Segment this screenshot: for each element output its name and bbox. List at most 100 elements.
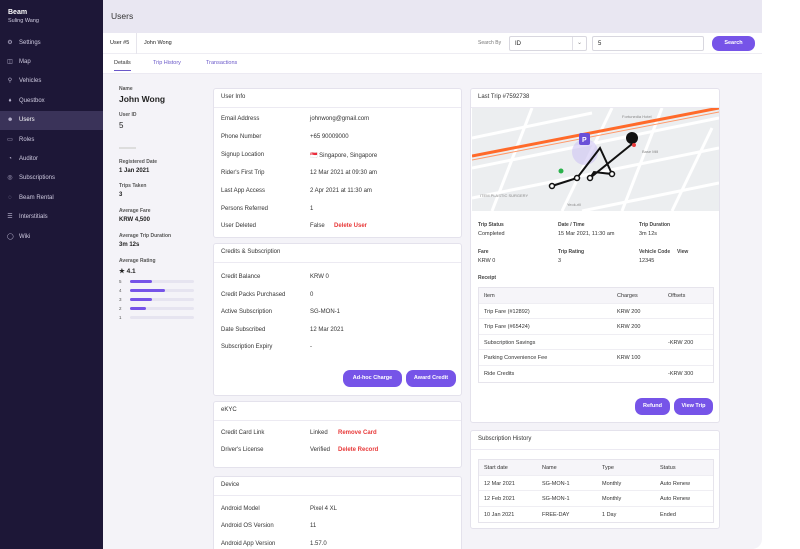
trip-stat-value: 15 Mar 2021, 11:30 am	[558, 231, 615, 237]
field-value: Verified	[310, 447, 331, 453]
trip-stat-label: Trip Duration	[639, 222, 671, 228]
table-row: 12 Feb 2021 SG-MON-1 Monthly Auto Renew	[479, 491, 713, 507]
delete-user-button[interactable]: Delete User	[334, 223, 367, 229]
users-icon: ☻	[7, 117, 14, 124]
table-cell: Auto Renew	[660, 480, 690, 487]
sidebar-item-users[interactable]: ☻ Users	[0, 110, 103, 130]
trip-map[interactable]: P Fortunedia Hotel ITEM PLASTIC SURGERY …	[472, 108, 719, 211]
sidebar: Beam Suling Wang ⚙ Settings ◫ Map ⚲ Vehicles ♦…	[0, 0, 103, 549]
registered-label: Registered Date	[119, 159, 158, 165]
average-fare-label: Average Fare	[119, 208, 151, 214]
rating-star-label: 2	[119, 306, 122, 311]
tab-details[interactable]: Details	[114, 60, 131, 71]
page-title: Users	[111, 11, 134, 21]
field-value: Pixel 4 XL	[310, 506, 338, 512]
column-header: Charges	[617, 293, 638, 299]
rating-star-label: 1	[119, 315, 122, 320]
roles-icon: ▭	[7, 136, 13, 143]
search-button[interactable]: Search	[712, 36, 755, 51]
map-label-b: ITEM PLASTIC SURGERY	[480, 193, 528, 198]
rating-row: 1	[119, 313, 199, 322]
table-cell: SG-MON-1	[542, 480, 570, 487]
column-header: Offsets	[668, 293, 686, 299]
search-field-select[interactable]: ID ⌄	[509, 36, 587, 51]
table-cell: Trip Fare (#65424)	[484, 324, 530, 331]
view-trip-button[interactable]: View Trip	[674, 398, 713, 415]
table-cell: KRW 200	[617, 324, 641, 331]
subscription-history-table: Start date Name Type Status 12 Mar 2021 SG-MO…	[478, 459, 714, 524]
field-label: Android OS Version	[221, 523, 274, 530]
registered-date: 1 Jan 2021	[119, 168, 150, 174]
sidebar-item-label: Vehicles	[19, 78, 42, 85]
column-header: Status	[660, 465, 676, 471]
subscription-history-title: Subscription History	[471, 431, 719, 450]
rating-star-label: 3	[119, 297, 122, 302]
delete-record-button[interactable]: Delete Record	[338, 447, 378, 453]
field-value: False	[310, 223, 325, 230]
table-row: Parking Convenience Fee KRW 100	[479, 350, 713, 366]
column-header: Name	[542, 465, 557, 471]
tab-trip-history[interactable]: Trip History	[153, 60, 181, 66]
map-icon: ◫	[7, 59, 13, 66]
field-label: Rider's First Trip	[221, 169, 265, 176]
sidebar-item-label: Interstitials	[19, 214, 48, 221]
sidebar-item-questbox[interactable]: ♦ Questbox	[0, 91, 103, 110]
table-cell: FREE-DAY	[542, 511, 570, 518]
sidebar-item-roles[interactable]: ▭ Roles	[0, 130, 103, 149]
table-cell: 12 Mar 2021	[484, 480, 515, 487]
trips-taken: 3	[119, 192, 123, 198]
trip-stat-value: 3	[558, 258, 562, 264]
table-cell: Auto Renew	[660, 496, 690, 503]
sidebar-item-auditor[interactable]: ◔ Auditor	[0, 149, 103, 168]
sidebar-item-interstitials[interactable]: ☰ Interstitials	[0, 208, 103, 227]
table-cell: KRW 200	[617, 308, 641, 315]
user-info-title: User Info	[214, 89, 461, 108]
field-label: Credit Card Link	[221, 430, 265, 436]
award-credit-button[interactable]: Award Credit	[406, 370, 456, 387]
column-header: Start date	[484, 465, 508, 471]
sidebar-item-label: Beam Rental	[19, 194, 54, 201]
tab-transactions[interactable]: Transactions	[206, 60, 237, 66]
remove-card-button[interactable]: Remove Card	[338, 430, 377, 436]
field-value: 12 Mar 2021	[310, 326, 344, 333]
search-by-label: Search By	[478, 40, 502, 46]
ekyc-card: eKYC Credit Card Link Linked Remove Card Dr…	[213, 401, 462, 468]
sidebar-item-map[interactable]: ◫ Map	[0, 52, 103, 71]
search-input[interactable]: 5	[592, 36, 704, 51]
view-vehicle-link[interactable]: View	[677, 249, 688, 255]
field-label: Date Subscribed	[221, 326, 266, 333]
table-cell: KRW 100	[617, 355, 641, 362]
average-rating: ★ 4.1	[119, 267, 199, 275]
trip-map-graphic: P Fortunedia Hotel ITEM PLASTIC SURGERY …	[472, 108, 719, 211]
field-label: Persons Referred	[221, 205, 269, 212]
average-rating-label: Average Rating	[119, 258, 156, 264]
field-value: 0	[310, 291, 314, 298]
table-row: 10 Jan 2021 FREE-DAY 1 Day Ended	[479, 507, 713, 523]
field-value: 12 Mar 2021 at 09:30 am	[310, 169, 378, 176]
sidebar-item-wiki[interactable]: ◯ Wiki	[0, 227, 103, 246]
gear-icon: ⚙	[7, 39, 13, 46]
sidebar-item-settings[interactable]: ⚙ Settings	[0, 33, 103, 52]
sidebar-item-beam-rental[interactable]: ◌ Beam Rental	[0, 188, 103, 207]
field-label: Subscription Expiry	[221, 344, 273, 351]
table-row: Trip Fare (#12892) KRW 200	[479, 304, 713, 320]
rating-row: 4	[119, 286, 199, 295]
sidebar-item-vehicles[interactable]: ⚲ Vehicles	[0, 72, 103, 91]
refund-button[interactable]: Refund	[635, 398, 670, 415]
breadcrumb-user-name[interactable]: John Wong	[144, 40, 172, 46]
sidebar-item-subscriptions[interactable]: ◎ Subscriptions	[0, 169, 103, 188]
last-trip-title: Last Trip #7592738	[471, 89, 719, 108]
field-label: Active Subscription	[221, 309, 273, 316]
field-value: 1	[310, 205, 314, 212]
field-value: SG-MON-1	[310, 309, 340, 316]
field-value: -	[310, 344, 312, 351]
device-card: Device Android Model Pixel 4 XL Android OS…	[213, 476, 462, 549]
rental-icon: ◌	[8, 194, 12, 201]
user-id: 5	[119, 121, 124, 130]
breadcrumb-user-id[interactable]: User #5	[110, 40, 129, 46]
ekyc-title: eKYC	[214, 402, 461, 421]
adhoc-charge-button[interactable]: Ad-hoc Charge	[343, 370, 402, 387]
sidebar-item-label: Settings	[19, 39, 41, 46]
table-cell: 1 Day	[602, 511, 617, 518]
table-header-row: Start date Name Type Status	[479, 460, 713, 476]
